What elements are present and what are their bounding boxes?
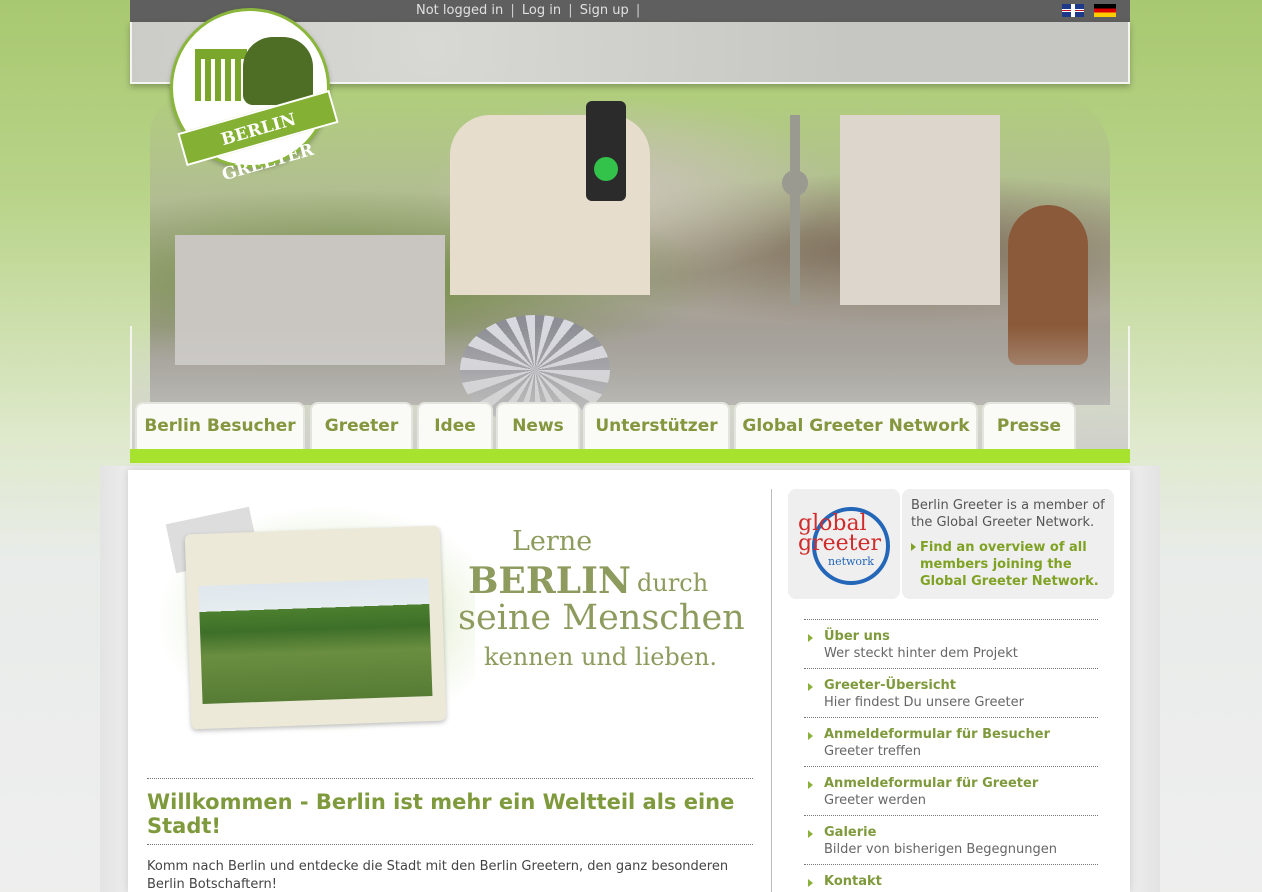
sidebar-item-subtitle: Wer steckt hinter dem Projekt	[824, 646, 1018, 661]
berlin-greeter-logo[interactable]: BERLIN GREETER	[170, 8, 339, 185]
sidebar-item-subtitle: Greeter treffen	[824, 744, 922, 759]
arrow-right-icon	[808, 732, 813, 740]
slogan-berlin: BERLIN	[468, 560, 631, 602]
sidebar-item-subtitle: Hier findest Du unsere Greeter	[824, 695, 1024, 710]
login-link[interactable]: Log in	[522, 3, 561, 18]
signup-link[interactable]: Sign up	[580, 3, 629, 18]
tv-tower-graphic	[782, 115, 808, 305]
divider	[147, 844, 753, 845]
traffic-light-icon	[586, 101, 626, 201]
park-photo	[184, 525, 447, 730]
sidebar-item-kontakt[interactable]: Kontakt	[804, 864, 1098, 892]
sidebar-item-anmeldung-besucher[interactable]: Anmeldeformular für Besucher Greeter tre…	[804, 717, 1098, 766]
brandenburg-gate-icon	[195, 49, 247, 101]
english-flag-icon[interactable]	[1062, 4, 1084, 17]
auth-links: Not logged in | Log in | Sign up |	[416, 3, 643, 18]
separator: |	[510, 3, 515, 18]
sidebar-item-title[interactable]: Greeter-Übersicht	[824, 678, 956, 693]
overview-link[interactable]: Find an overview of all members joining …	[911, 539, 1106, 590]
sidebar-item-subtitle: Bilder von bisherigen Begegnungen	[824, 842, 1057, 857]
sidebar-item-greeter-uebersicht[interactable]: Greeter-Übersicht Hier findest Du unsere…	[804, 668, 1098, 717]
sidebar-item-title[interactable]: Anmeldeformular für Greeter	[824, 776, 1038, 791]
sidebar-item-title[interactable]: Galerie	[824, 825, 876, 840]
page-title: Willkommen - Berlin ist mehr ein Welttei…	[147, 790, 735, 838]
nav-underline	[130, 449, 1130, 463]
divider	[147, 778, 753, 779]
login-status: Not logged in	[416, 3, 504, 18]
member-text: Berlin Greeter is a member of the Global…	[911, 498, 1105, 530]
separator: |	[635, 3, 641, 18]
arrow-right-icon	[808, 781, 813, 789]
sidebar-item-title[interactable]: Anmeldeformular für Besucher	[824, 727, 1050, 742]
people-icon	[243, 37, 313, 105]
arrow-right-icon	[808, 634, 813, 642]
sidebar-item-subtitle: Greeter werden	[824, 793, 926, 808]
slogan-line-1: Lerne	[512, 526, 593, 557]
sidebar-item-title[interactable]: Über uns	[824, 629, 890, 644]
tab-global-greeter-network[interactable]: Global Greeter Network	[734, 402, 978, 449]
tab-unterstuetzer[interactable]: Unterstützer	[583, 402, 730, 449]
tab-presse[interactable]: Presse	[982, 402, 1076, 449]
member-info-box: Berlin Greeter is a member of the Global…	[902, 489, 1114, 599]
tab-news[interactable]: News	[496, 402, 580, 449]
slogan-durch: durch	[637, 569, 709, 597]
sidebar-item-ueber-uns[interactable]: Über uns Wer steckt hinter dem Projekt	[804, 619, 1098, 668]
sidebar-item-title[interactable]: Kontakt	[824, 874, 882, 889]
intro-text: Komm nach Berlin und entdecke die Stadt …	[147, 859, 729, 892]
slogan-line-3: seine Menschen	[458, 598, 745, 638]
sidebar-item-galerie[interactable]: Galerie Bilder von bisherigen Begegnunge…	[804, 815, 1098, 864]
german-flag-icon[interactable]	[1094, 4, 1116, 17]
arrow-right-icon	[808, 879, 813, 887]
slogan-line-4: kennen und lieben.	[484, 643, 718, 671]
tab-greeter[interactable]: Greeter	[310, 402, 413, 449]
sidebar-menu: Über uns Wer steckt hinter dem Projekt G…	[804, 619, 1098, 892]
park-photo-image	[198, 578, 433, 704]
tab-berlin-besucher[interactable]: Berlin Besucher	[135, 402, 305, 449]
separator: |	[568, 3, 573, 18]
gg-logo-text: network	[828, 555, 874, 568]
sidebar-item-anmeldung-greeter[interactable]: Anmeldeformular für Greeter Greeter werd…	[804, 766, 1098, 815]
building-graphic	[840, 115, 1000, 305]
gg-logo-text: greeter	[798, 531, 882, 556]
tab-idee[interactable]: Idee	[417, 402, 493, 449]
column-divider	[771, 489, 772, 892]
arrow-right-icon	[808, 830, 813, 838]
global-greeter-logo[interactable]: global greeter network	[788, 489, 900, 599]
arrow-right-icon	[808, 683, 813, 691]
